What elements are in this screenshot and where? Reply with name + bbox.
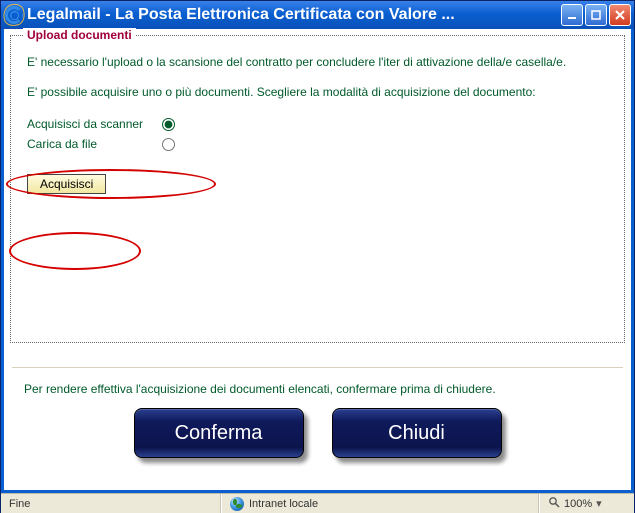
statusbar: Fine Intranet locale 100% ▾: [1, 493, 634, 513]
status-zoom-text: 100%: [564, 498, 592, 510]
window-buttons: [561, 4, 634, 26]
intro-text-1: E' necessario l'upload o la scansione de…: [27, 54, 608, 70]
chevron-down-icon: ▾: [596, 497, 602, 510]
status-zone-cell: Intranet locale: [221, 494, 539, 513]
globe-icon: [230, 497, 244, 511]
status-text: Fine: [9, 498, 30, 510]
acquire-options: Acquisisci da scanner Carica da file: [27, 114, 178, 154]
upload-groupbox: Upload documenti E' necessario l'upload …: [10, 35, 625, 343]
magnifier-icon: [548, 496, 560, 511]
close-window-button[interactable]: [609, 4, 631, 26]
status-left: Fine: [1, 494, 221, 513]
annotation-ellipse: [9, 232, 141, 270]
close-button[interactable]: Chiudi: [332, 408, 502, 458]
titlebar: Legalmail - La Posta Elettronica Certifi…: [1, 1, 634, 29]
option-file-radio[interactable]: [162, 138, 175, 151]
intro-text-2: E' possibile acquisire uno o più documen…: [27, 84, 608, 100]
minimize-button[interactable]: [561, 4, 583, 26]
status-zone-text: Intranet locale: [249, 498, 318, 510]
acquire-button[interactable]: Acquisisci: [27, 174, 106, 194]
ie-icon: [5, 6, 23, 24]
groupbox-legend: Upload documenti: [23, 28, 136, 42]
confirm-instruction: Per rendere effettiva l'acquisizione dei…: [12, 367, 623, 396]
maximize-button[interactable]: [585, 4, 607, 26]
action-row: Conferma Chiudi: [10, 408, 625, 458]
option-scanner-label: Acquisisci da scanner: [27, 114, 157, 134]
status-zoom-cell[interactable]: 100% ▾: [539, 494, 634, 513]
option-scanner-row: Acquisisci da scanner: [27, 114, 178, 134]
window-title: Legalmail - La Posta Elettronica Certifi…: [27, 6, 561, 24]
confirm-button[interactable]: Conferma: [134, 408, 304, 458]
client-area: Upload documenti E' necessario l'upload …: [1, 29, 634, 493]
option-file-row: Carica da file: [27, 134, 178, 154]
option-scanner-radio[interactable]: [162, 118, 175, 131]
option-file-label: Carica da file: [27, 134, 157, 154]
